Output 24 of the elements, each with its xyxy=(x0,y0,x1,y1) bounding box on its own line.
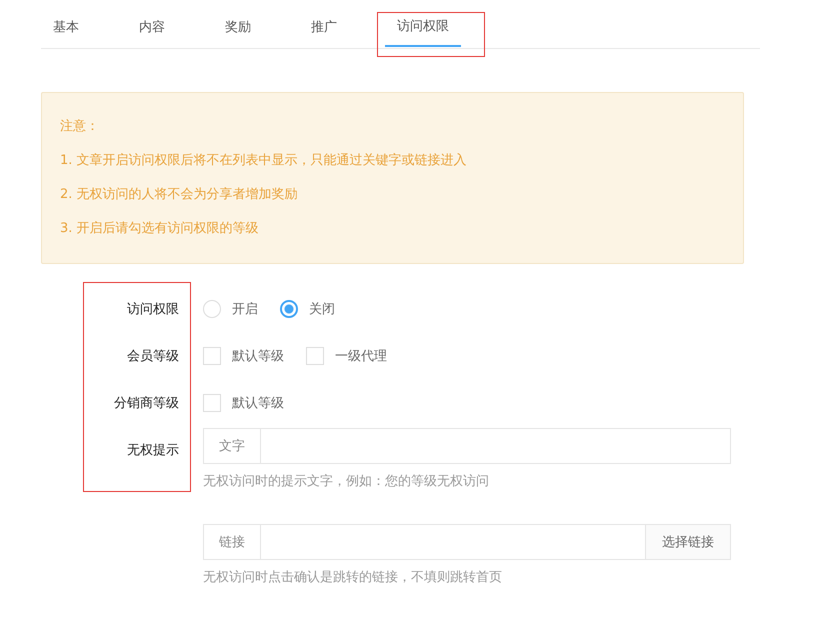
checkbox[interactable] xyxy=(306,346,324,364)
notice-title: 注意： xyxy=(60,118,100,136)
checkbox[interactable] xyxy=(203,394,221,412)
field-label: 分销商等级 xyxy=(114,394,179,412)
option-label[interactable]: 默认等级 xyxy=(232,394,284,412)
option-label[interactable]: 开启 xyxy=(232,300,258,318)
tab[interactable]: 访问权限 xyxy=(385,8,461,47)
notice-text: 3. 开启后请勾选有访问权限的等级 xyxy=(60,220,260,238)
tab[interactable]: 内容 xyxy=(127,8,177,48)
radio-button[interactable] xyxy=(280,300,298,318)
help-text: 无权访问时的提示文字，例如：您的等级无权访问 xyxy=(203,473,490,491)
notice-text: 1. 文章开启访问权限后将不在列表中显示，只能通过关键字或链接进入 xyxy=(60,152,468,170)
notice-text: 2. 无权访问的人将不会为分享者增加奖励 xyxy=(60,186,299,204)
tab[interactable]: 基本 xyxy=(41,8,91,48)
field-label: 无权提示 xyxy=(127,442,179,458)
help-text: 无权访问时点击确认是跳转的链接，不填则跳转首页 xyxy=(203,569,503,587)
tab[interactable]: 奖励 xyxy=(213,8,263,48)
field-label: 会员等级 xyxy=(127,348,179,364)
field-label: 访问权限 xyxy=(127,300,179,318)
option-label[interactable]: 默认等级 xyxy=(232,346,284,364)
option-label[interactable]: 一级代理 xyxy=(335,346,387,364)
option-label[interactable]: 关闭 xyxy=(309,300,335,318)
tab[interactable]: 推广 xyxy=(299,8,349,48)
checkbox[interactable] xyxy=(203,346,221,364)
